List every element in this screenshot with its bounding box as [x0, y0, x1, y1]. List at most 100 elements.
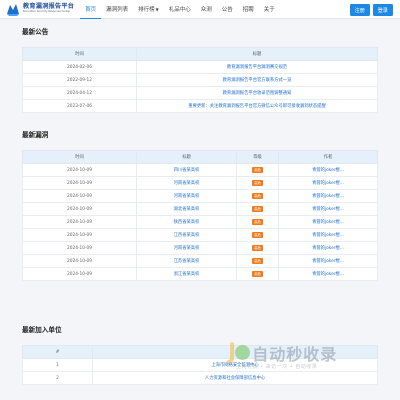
vuln-title-link[interactable]: 四川省某高校	[136, 163, 237, 177]
cell-level: 高危	[236, 267, 279, 281]
announcement-link[interactable]: 教育漏洞报告平台漏洞赛交规范	[136, 60, 378, 74]
table-row: 2022-09-12 教育漏洞报告平台官方联系方式一览	[22, 73, 378, 87]
table-row: 2024-10-09 四川省某高校 高危 青蓉的joker棍...	[22, 163, 378, 177]
nav-home[interactable]: 首页	[80, 0, 102, 19]
announcements-table: 时间 标题 2024-02-06 教育漏洞报告平台漏洞赛交规范 2022-09-1…	[22, 47, 378, 113]
cell-level: 高危	[236, 202, 279, 216]
announcement-link[interactable]: 教育漏洞报告平台官方联系方式一览	[136, 73, 378, 87]
vuln-title-link[interactable]: 河南省某高校	[136, 176, 237, 190]
vuln-title-link[interactable]: 河南省某高校	[136, 189, 237, 203]
cell-level: 高危	[236, 228, 279, 242]
column-header-index: #	[22, 345, 93, 359]
cell-level: 高危	[236, 176, 279, 190]
table-row: 2 人力资源和社会保障部信息中心	[22, 371, 378, 385]
level-badge: 高危	[251, 245, 264, 251]
author-link[interactable]: 青蓉的joker棍...	[278, 189, 378, 203]
logo-subtitle: Education Security Response Center	[23, 10, 71, 14]
nav-label: 众测	[200, 7, 212, 13]
author-link[interactable]: 青蓉的joker棍...	[278, 215, 378, 229]
nav-label: 排行榜	[138, 7, 155, 13]
logo-mark-icon	[7, 3, 19, 16]
cell-time: 2024-10-09	[22, 241, 137, 255]
watermark-text: 自动秒收录	[252, 344, 338, 364]
column-header-author: 作者	[278, 150, 378, 164]
cell-time: 2024-10-09	[22, 254, 137, 268]
vulns-table: 时间 标题 等级 作者 2024-10-09 四川省某高校 高危 青蓉的joker棍.…	[22, 150, 378, 281]
main-nav: 首页 漏洞列表 排行榜 ▼ 礼品中心 众测 公告 招聘 关于	[80, 0, 280, 19]
table-row: 2024-10-09 河南省某高校 高危 青蓉的joker棍...	[22, 176, 378, 190]
cell-level: 高危	[236, 215, 279, 229]
table-row: 2024-10-09 陕西省某高校 高危 青蓉的joker棍...	[22, 215, 378, 229]
cell-level: 高危	[236, 254, 279, 268]
login-button[interactable]: 登录	[372, 4, 393, 16]
level-badge: 高危	[251, 193, 264, 199]
nav-label: 礼品中心	[168, 7, 191, 13]
nav-label: 招聘	[242, 7, 254, 13]
watermark-subtext: 上网导航 • 来访一次 • 自动收录	[236, 364, 318, 370]
member-link[interactable]: 人力资源和社会保障部信息中心	[92, 371, 378, 385]
members-heading: 最新加入单位	[22, 326, 62, 334]
table-row: 2024-10-09 湖北省某高校 高危 青蓉的joker棍...	[22, 202, 378, 216]
cell-time: 2024-02-06	[22, 60, 137, 74]
vuln-title-link[interactable]: 浙江省某高校	[136, 267, 237, 281]
site-logo[interactable]: 教育漏洞报告平台 Education Security Response Cen…	[6, 3, 74, 16]
column-header-title: 标题	[136, 150, 237, 164]
author-link[interactable]: 青蓉的joker棍...	[278, 241, 378, 255]
table-row: 2024-04-12 教育漏洞报告平台收录范围调整通知	[22, 86, 378, 100]
level-badge: 高危	[251, 167, 264, 173]
nav-about[interactable]: 关于	[259, 0, 280, 19]
chevron-down-icon: ▼	[155, 6, 159, 12]
cell-time: 2024-10-09	[22, 267, 137, 281]
author-link[interactable]: 青蓉的joker棍...	[278, 254, 378, 268]
cell-time: 2022-09-12	[22, 73, 137, 87]
nav-label: 漏洞列表	[106, 7, 129, 13]
signup-button[interactable]: 注册	[349, 4, 370, 16]
nav-recruit[interactable]: 招聘	[238, 0, 259, 19]
cell-time: 2024-10-09	[22, 163, 137, 177]
announcement-link[interactable]: 重要更新：关注教育漏洞报告平台官方微信公众号即可接收漏洞状态提醒	[136, 99, 378, 113]
author-link[interactable]: 青蓉的joker棍...	[278, 163, 378, 177]
cell-index: 2	[22, 371, 93, 385]
table-row: 2024-10-09 江苏省某高校 高危 青蓉的joker棍...	[22, 254, 378, 268]
cell-time: 2024-10-09	[22, 215, 137, 229]
nav-label: 关于	[263, 7, 275, 13]
nav-label: 公告	[221, 7, 233, 13]
cell-time: 2024-10-09	[22, 176, 137, 190]
column-header-time: 时间	[22, 150, 137, 164]
vuln-title-link[interactable]: 河南省某高校	[136, 241, 237, 255]
announcement-link[interactable]: 教育漏洞报告平台收录范围调整通知	[136, 86, 378, 100]
table-row: 2023-07-06 重要更新：关注教育漏洞报告平台官方微信公众号即可接收漏洞状态…	[22, 99, 378, 113]
author-link[interactable]: 青蓉的joker棍...	[278, 228, 378, 242]
vuln-title-link[interactable]: 江西省某高校	[136, 228, 237, 242]
nav-gift-center[interactable]: 礼品中心	[164, 0, 196, 19]
column-header-time: 时间	[22, 47, 137, 61]
cell-index: 1	[22, 358, 93, 372]
watermark-circle-icon	[235, 345, 251, 360]
vuln-title-link[interactable]: 陕西省某高校	[136, 215, 237, 229]
nav-label: 首页	[85, 6, 97, 13]
cell-time: 2024-10-09	[22, 189, 137, 203]
level-badge: 高危	[251, 219, 264, 225]
nav-crowdtest[interactable]: 众测	[196, 0, 217, 19]
column-header-level: 等级	[236, 150, 279, 164]
cell-time: 2024-10-09	[22, 228, 137, 242]
cell-level: 高危	[236, 241, 279, 255]
level-badge: 高危	[251, 271, 264, 277]
nav-ranking[interactable]: 排行榜 ▼	[133, 0, 164, 19]
table-row: 2024-10-09 浙江省某高校 高危 青蓉的joker棍...	[22, 267, 378, 281]
author-link[interactable]: 青蓉的joker棍...	[278, 202, 378, 216]
cell-level: 高危	[236, 189, 279, 203]
level-badge: 高危	[251, 258, 264, 264]
vuln-title-link[interactable]: 湖北省某高校	[136, 202, 237, 216]
cell-time: 2024-10-09	[22, 202, 137, 216]
nav-announcements[interactable]: 公告	[217, 0, 238, 19]
watermark: J 自动秒收录 上网导航 • 来访一次 • 自动收录	[228, 340, 337, 370]
nav-vuln-list[interactable]: 漏洞列表	[101, 0, 133, 19]
vuln-title-link[interactable]: 江苏省某高校	[136, 254, 237, 268]
author-link[interactable]: 青蓉的joker棍...	[278, 267, 378, 281]
cell-level: 高危	[236, 163, 279, 177]
table-row: 2024-10-09 河南省某高校 高危 青蓉的joker棍...	[22, 189, 378, 203]
author-link[interactable]: 青蓉的joker棍...	[278, 176, 378, 190]
top-navbar: 教育漏洞报告平台 Education Security Response Cen…	[0, 0, 400, 19]
level-badge: 高危	[251, 180, 264, 186]
